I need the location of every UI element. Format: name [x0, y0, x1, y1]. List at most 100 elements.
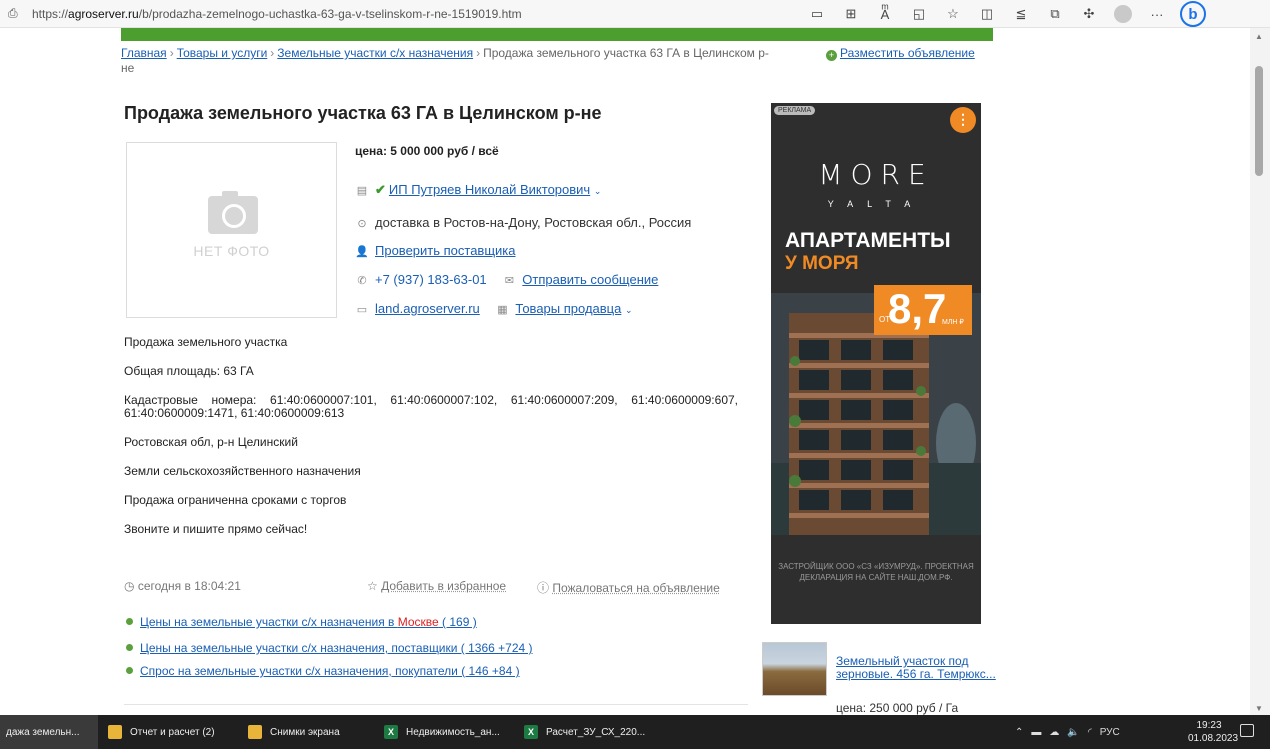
chevron-up-icon[interactable]: ⌃	[1015, 727, 1023, 738]
side-card-title[interactable]: Земельный участок под зерновые. 456 га. …	[836, 655, 1001, 681]
description-line: Общая площадь: 63 ГА	[124, 364, 254, 378]
browser-window-icon: ▭	[356, 304, 368, 316]
taskbar-item[interactable]: Отчет и расчет (2)	[104, 715, 215, 749]
side-card-image[interactable]	[762, 642, 827, 696]
chevron-down-icon[interactable]: ⌄	[594, 186, 602, 196]
scroll-down-icon[interactable]: ▼	[1255, 704, 1263, 713]
windows-taskbar: дажа земельн... Отчет и расчет (2) Снимк…	[0, 715, 1270, 749]
cloud-icon[interactable]: ☁	[1049, 727, 1059, 738]
seller-site-link[interactable]: land.agroserver.ru	[375, 301, 480, 316]
system-tray: ⌃ ▬ ☁ 🔈 ◜ РУС	[1015, 715, 1128, 749]
breadcrumb: Главная › Товары и услуги › Земельные участк…	[121, 46, 769, 75]
apps-icon[interactable]: ⊞	[834, 6, 868, 22]
ad-price-unit: МЛН ₽	[942, 319, 964, 326]
taskbar-item[interactable]: X Расчет_ЗУ_СХ_220...	[520, 715, 645, 749]
chevron-down-icon[interactable]: ⌄	[625, 305, 633, 315]
speaker-icon[interactable]: 🔈	[1067, 727, 1079, 738]
check-supplier-row: 👤 Проверить поставщика	[355, 243, 516, 258]
divider	[124, 704, 748, 705]
url-path: /b/prodazha-zemelnogo-uchastka-63-ga-v-t…	[138, 6, 522, 21]
listing-price: цена: 5 000 000 руб / всё	[355, 144, 499, 158]
excel-icon: X	[524, 725, 538, 739]
favorite-icon[interactable]: ☆	[936, 6, 970, 22]
ad-brand: MORE	[818, 158, 934, 191]
folder-icon	[248, 725, 262, 739]
ad-price-value: 8,7	[888, 285, 947, 332]
description-line: Ростовская обл, р-н Целинский	[124, 435, 298, 449]
related-link[interactable]: Цены на земельные участки с/х назначения…	[126, 641, 533, 655]
collections-icon[interactable]: ⧉	[1038, 6, 1072, 22]
id-card-icon: ▤	[356, 185, 368, 197]
clock-date: 01.08.2023	[1188, 733, 1239, 744]
taskbar-item[interactable]: Снимки экрана	[244, 715, 340, 749]
clock-time: 19:23	[1196, 720, 1222, 731]
favorites-list-icon[interactable]: ≦	[1004, 6, 1038, 22]
envelope-icon: ✉	[504, 275, 514, 287]
related-link[interactable]: Цены на земельные участки с/х назначения…	[126, 615, 477, 629]
ad-brand-sub: YALTA	[827, 199, 925, 209]
page-info-icon[interactable]: ⎙	[8, 6, 24, 21]
scrollbar-thumb[interactable]	[1255, 66, 1263, 176]
battery-icon[interactable]: ▬	[1031, 727, 1041, 738]
description-line: Звоните и пишите прямо сейчас!	[124, 522, 308, 536]
language-indicator[interactable]: РУС	[1100, 727, 1120, 738]
more-menu-icon[interactable]: ···	[1140, 7, 1174, 22]
taskbar-item[interactable]: дажа земельн...	[0, 715, 98, 749]
verified-check-icon: ✔	[375, 182, 386, 197]
location-pin-icon: ⊙	[357, 218, 367, 230]
description-line: Кадастровые номера: 61:40:0600007:101, 6…	[124, 393, 738, 420]
bullet-icon	[126, 644, 133, 651]
breadcrumb-goods[interactable]: Товары и услуги	[177, 46, 268, 60]
url-scheme: https://	[32, 6, 69, 21]
bing-chat-icon[interactable]: b	[1180, 1, 1206, 27]
scroll-up-icon[interactable]: ▲	[1255, 32, 1263, 41]
related-link[interactable]: Спрос на земельные участки с/х назначени…	[126, 664, 520, 678]
ad-subheadline: У МОРЯ	[785, 253, 859, 274]
bullet-icon	[126, 667, 133, 674]
phone-link[interactable]: +7 (937) 183-63-01	[375, 272, 487, 287]
description-line: Земли сельскохозяйственного назначения	[124, 464, 361, 478]
description-line: Продажа земельного участка	[124, 335, 288, 349]
seller-goods-link[interactable]: Товары продавца	[515, 301, 621, 316]
add-favorite-link[interactable]: ☆ Добавить в избранное	[367, 579, 506, 593]
post-ad-label: Разместить объявление	[840, 46, 975, 60]
info-icon: ⓘ	[537, 581, 553, 595]
tab-icon[interactable]: ◱	[902, 6, 936, 22]
excel-icon: X	[384, 725, 398, 739]
ad-banner[interactable]: РЕКЛАМА ⋮ MORE YALTA АПАРТАМЕНТЫ У МОРЯ	[771, 103, 981, 624]
seller-link[interactable]: ИП Путряев Николай Викторович	[389, 182, 590, 197]
send-message-link[interactable]: Отправить сообщение	[522, 272, 658, 287]
side-card-price: цена: 250 000 руб / Га	[836, 701, 959, 715]
taskbar-item-label: дажа земельн...	[6, 726, 80, 738]
extensions-icon[interactable]: ✣	[1072, 6, 1106, 22]
complain-link[interactable]: ⓘ Пожаловаться на объявление	[537, 579, 720, 596]
profile-avatar[interactable]	[1114, 5, 1132, 23]
phone-icon: ✆	[357, 275, 367, 287]
check-supplier-link[interactable]: Проверить поставщика	[375, 243, 516, 258]
page-title: Продажа земельного участка 63 ГА в Целин…	[124, 103, 602, 123]
read-aloud-icon[interactable]: A͏ͫ	[868, 7, 902, 22]
breadcrumb-category[interactable]: Земельные участки с/х назначения	[277, 46, 473, 60]
taskbar-item-label: Снимки экрана	[270, 726, 340, 738]
system-clock[interactable]: 19:23 01.08.2023	[1188, 719, 1239, 745]
reader-icon[interactable]: ▭	[800, 6, 834, 22]
wifi-icon[interactable]: ◜	[1088, 727, 1092, 738]
split-icon[interactable]: ◫	[970, 6, 1004, 22]
ad-price-box: ОТ 8,7 МЛН ₽	[874, 285, 972, 335]
ad-disclaimer: ЗАСТРОЙЩИК ООО «СЗ «ИЗУМРУД». ПРОЕКТНАЯ …	[778, 562, 974, 582]
address-bar[interactable]: https://agroserver.ru/b/prodazha-zemelno…	[32, 7, 522, 21]
plus-icon: +	[826, 50, 837, 61]
notification-icon[interactable]	[1240, 724, 1254, 737]
breadcrumb-home[interactable]: Главная	[121, 46, 167, 60]
ad-headline: АПАРТАМЕНТЫ	[785, 229, 951, 252]
taskbar-item[interactable]: X Недвижимость_ан...	[380, 715, 500, 749]
url-domain: agroserver.ru	[68, 6, 139, 21]
ad-tag: РЕКЛАМА	[774, 106, 816, 115]
folder-icon	[108, 725, 122, 739]
post-ad-link[interactable]: + Разместить объявление	[826, 46, 975, 61]
delivery-text: доставка в Ростов-на-Дону, Ростовская об…	[375, 215, 692, 230]
no-photo-label: НЕТ ФОТО	[193, 243, 270, 259]
browser-tools: ▭ ⊞ A͏ͫ ◱ ☆ ◫ ≦ ⧉ ✣ ··· b	[800, 0, 1206, 28]
ad-menu-icon[interactable]: ⋮	[950, 107, 976, 133]
page-scrollbar[interactable]: ▲ ▼	[1250, 28, 1270, 715]
